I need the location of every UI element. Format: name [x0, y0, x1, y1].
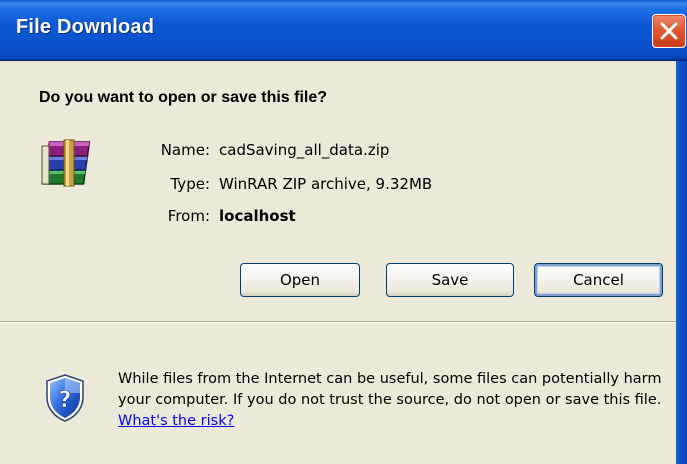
title-bar[interactable]: File Download — [0, 0, 687, 60]
whats-the-risk-link[interactable]: What's the risk? — [118, 413, 234, 429]
security-shield-question-icon: ? — [46, 374, 84, 422]
file-download-dialog: File Download Do you want to open or sav… — [0, 0, 687, 464]
window-frame — [676, 61, 687, 464]
file-source: localhost — [219, 207, 296, 225]
cancel-button[interactable]: Cancel — [534, 263, 663, 297]
type-label-box: Type: — [120, 175, 210, 195]
from-label: From: — [167, 207, 210, 225]
window-title: File Download — [16, 16, 155, 38]
close-button[interactable] — [652, 14, 686, 48]
from-label-box: From: — [120, 207, 210, 227]
type-label: Type: — [170, 175, 210, 193]
save-button[interactable]: Save — [386, 263, 514, 297]
dialog-body: Do you want to open or save this file? N… — [0, 61, 676, 464]
name-label: Name: — [160, 141, 210, 159]
close-icon — [660, 22, 678, 40]
open-button[interactable]: Open — [240, 263, 360, 297]
name-label-box: Name: — [120, 141, 210, 161]
file-name: cadSaving_all_data.zip — [219, 141, 390, 159]
winrar-archive-icon — [41, 139, 91, 187]
warning-text: While files from the Internet can be use… — [118, 371, 662, 408]
security-warning: While files from the Internet can be use… — [118, 369, 673, 432]
svg-text:?: ? — [59, 388, 72, 413]
dialog-question: Do you want to open or save this file? — [39, 89, 328, 106]
file-type: WinRAR ZIP archive, 9.32MB — [219, 175, 433, 193]
divider — [0, 321, 676, 323]
